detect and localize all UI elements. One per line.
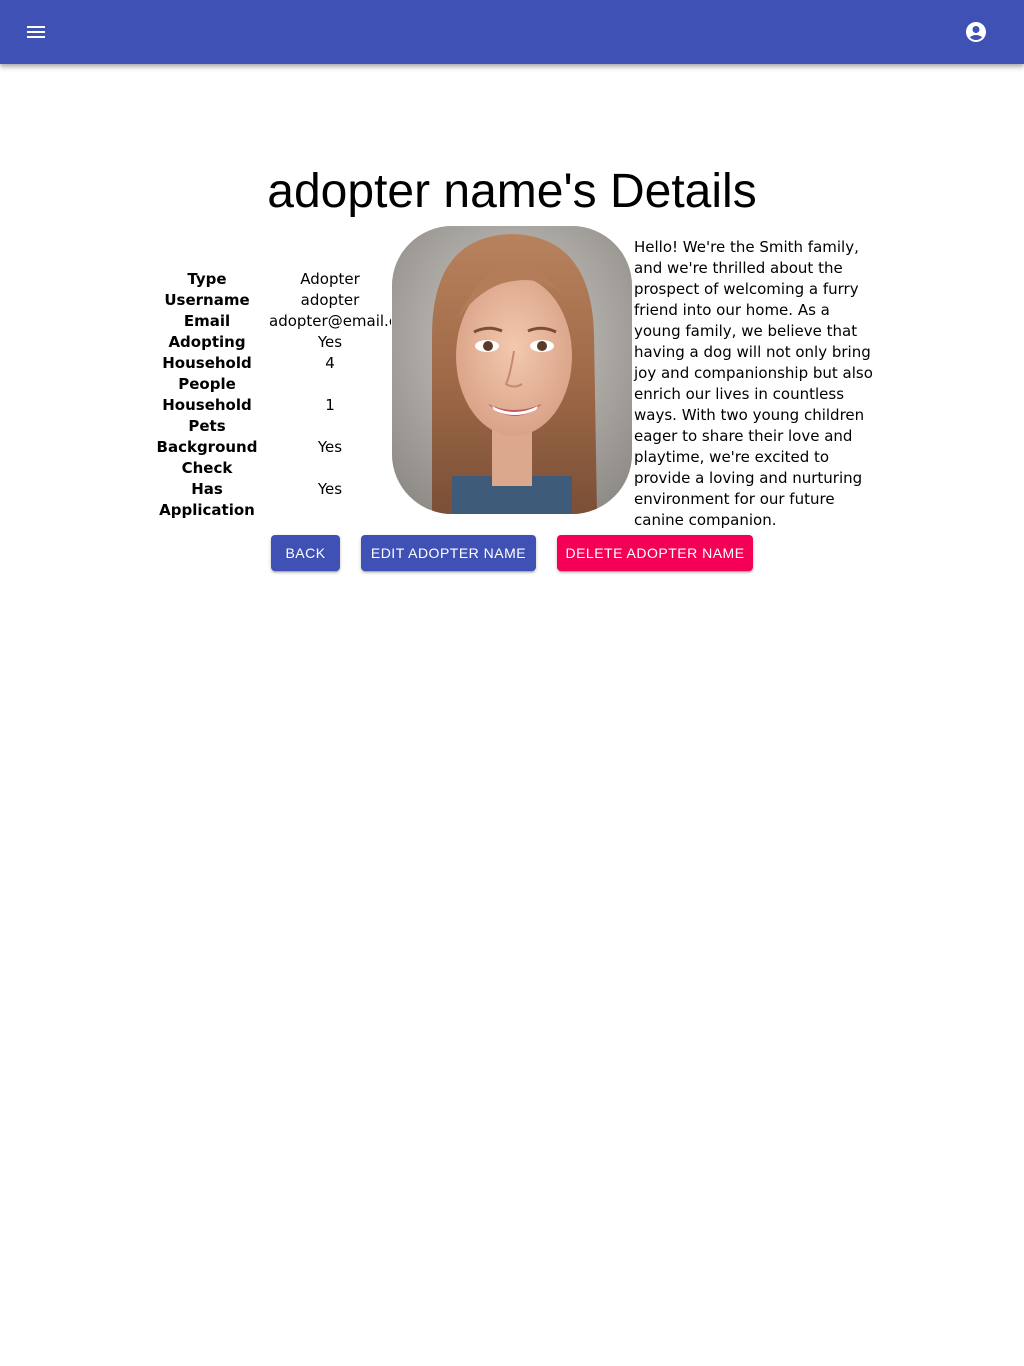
edit-adopter-button[interactable]: EDIT ADOPTER NAME — [361, 535, 536, 571]
detail-label: Adopting — [168, 333, 246, 351]
detail-row-adopting: Adopting Yes — [145, 332, 391, 353]
detail-label: Household People — [162, 354, 252, 393]
detail-value: adopter@email.com — [269, 312, 391, 330]
account-button[interactable] — [956, 12, 996, 52]
menu-button[interactable] — [16, 12, 56, 52]
back-button[interactable]: BACK — [271, 535, 340, 571]
account-circle-icon — [966, 22, 986, 42]
detail-row-household-people: Household People 4 — [145, 353, 391, 395]
detail-value: 1 — [325, 396, 335, 414]
detail-label: Username — [164, 291, 250, 309]
delete-adopter-button[interactable]: DELETE ADOPTER NAME — [557, 535, 753, 571]
detail-row-email: Email adopter@email.com — [145, 311, 391, 332]
detail-row-has-application: Has Application Yes — [145, 479, 391, 521]
detail-row-username: Username adopter — [145, 290, 391, 311]
detail-value: Yes — [317, 480, 343, 498]
detail-label: Email — [183, 312, 231, 330]
detail-value: Adopter — [300, 270, 360, 288]
detail-label: Has Application — [159, 480, 255, 519]
detail-row-household-pets: Household Pets 1 — [145, 395, 391, 437]
adopter-details-table: Type Adopter Username adopter Email adop… — [145, 269, 391, 521]
adopter-bio: Hello! We're the Smith family, and we're… — [634, 238, 873, 529]
detail-label: Type — [187, 270, 227, 288]
detail-value: 4 — [325, 354, 335, 372]
detail-value: adopter — [300, 291, 360, 309]
adopter-photo-image — [392, 226, 632, 514]
detail-row-background-check: Background Check Yes — [145, 437, 391, 479]
detail-value: Yes — [317, 333, 343, 351]
app-bar — [0, 0, 1024, 64]
detail-value: Yes — [317, 438, 343, 456]
detail-row-type: Type Adopter — [145, 269, 391, 290]
menu-icon — [27, 26, 45, 38]
adopter-photo — [392, 226, 632, 514]
page-title: adopter name's Details — [267, 165, 757, 218]
detail-label: Household Pets — [162, 396, 252, 435]
detail-label: Background Check — [156, 438, 258, 477]
